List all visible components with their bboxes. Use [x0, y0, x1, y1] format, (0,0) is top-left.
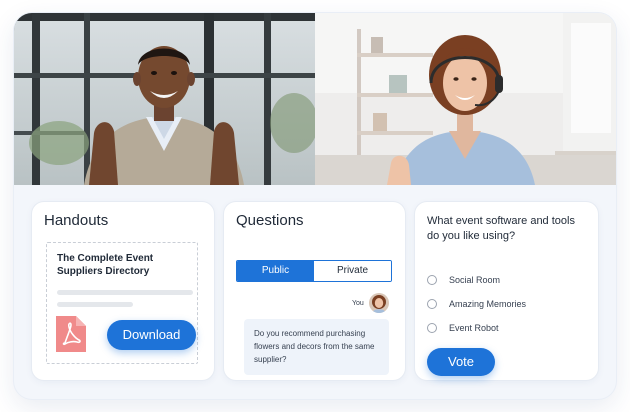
poll-question: What event software and tools do you lik… [427, 215, 575, 242]
handout-file-name: The Complete Event Suppliers Directory [57, 253, 154, 277]
download-button[interactable]: Download [107, 320, 196, 350]
radio-button[interactable] [427, 323, 437, 333]
placeholder-line [57, 290, 193, 295]
video-grid [14, 13, 616, 185]
handouts-card: Handouts The Complete Event Suppliers Di… [32, 202, 214, 380]
video-feed-man [14, 13, 315, 185]
video-feed-woman [315, 13, 616, 185]
placeholder-line [57, 302, 133, 307]
question-message-text: Do you recommend purchasing flowers and … [254, 329, 375, 364]
question-visibility-tabs: Public Private [236, 260, 392, 282]
tab-public[interactable]: Public [237, 261, 314, 281]
poll-option-amazing-memories[interactable]: Amazing Memories [427, 297, 526, 311]
pdf-icon [56, 316, 86, 352]
question-message: Do you recommend purchasing flowers and … [244, 319, 389, 375]
poll-card: What event software and tools do you lik… [415, 202, 598, 380]
questions-title: Questions [236, 212, 304, 229]
event-app-frame: Handouts The Complete Event Suppliers Di… [14, 13, 616, 399]
author-label: You [352, 300, 364, 307]
handouts-title: Handouts [44, 212, 109, 229]
poll-option-label: Amazing Memories [449, 299, 527, 309]
video-tile-woman[interactable] [315, 13, 616, 185]
radio-button[interactable] [427, 275, 437, 285]
poll-option-event-robot[interactable]: Event Robot [427, 321, 499, 335]
video-tile-man[interactable] [14, 13, 315, 185]
poll-option-social-room[interactable]: Social Room [427, 273, 500, 287]
vote-button[interactable]: Vote [427, 348, 495, 376]
radio-button[interactable] [427, 299, 437, 309]
handout-item: The Complete Event Suppliers Directory D… [46, 242, 198, 364]
poll-option-label: Event Robot [449, 323, 499, 333]
tab-private[interactable]: Private [314, 261, 391, 281]
poll-option-label: Social Room [449, 275, 501, 285]
questions-card: Questions Public Private You Do you reco… [224, 202, 405, 380]
avatar [369, 293, 389, 313]
